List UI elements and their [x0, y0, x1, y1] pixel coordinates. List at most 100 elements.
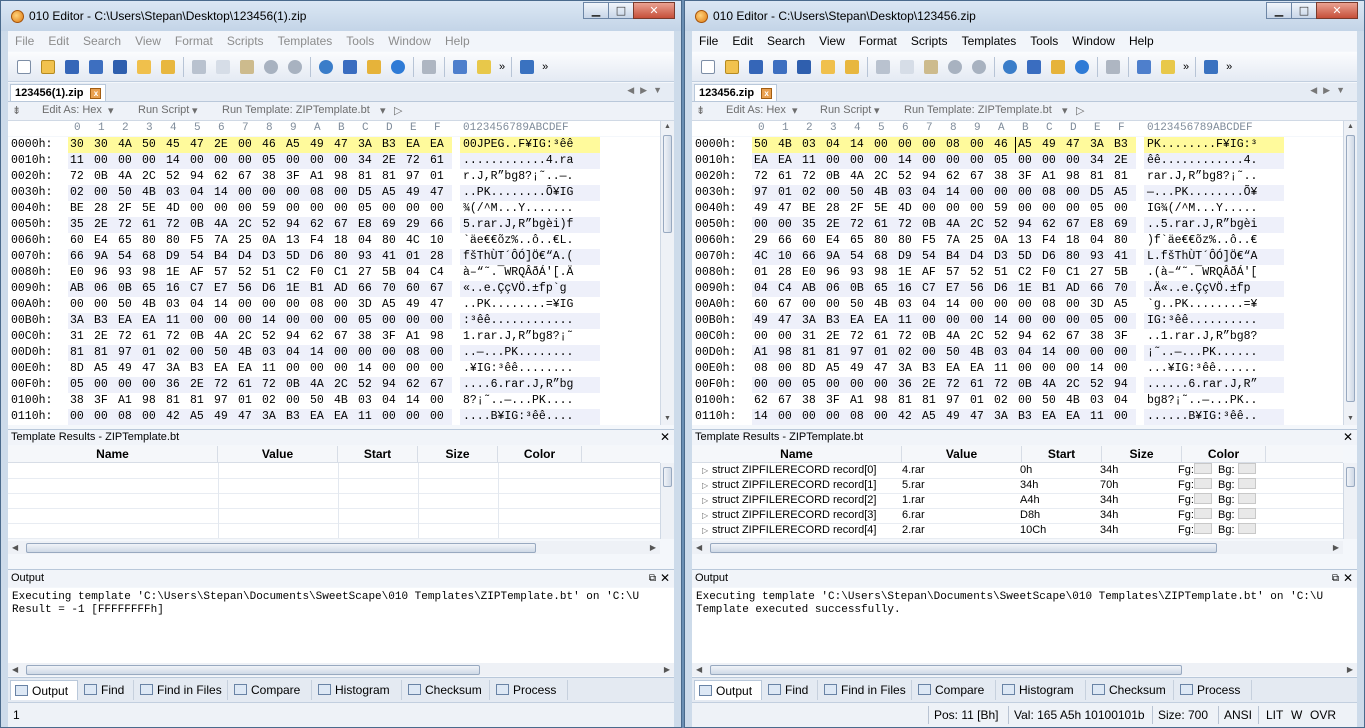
hex-byte[interactable]: 05 — [68, 377, 92, 393]
hex-row[interactable]: 00D0h: 81 81 97 01 02 00 50 4B 03 04 14 00 00 00 08 00..… — [8, 345, 660, 361]
hex-byte[interactable]: 03 — [164, 185, 188, 201]
hex-byte[interactable]: 00 — [776, 361, 800, 377]
copy-button[interactable] — [213, 57, 233, 77]
hex-byte[interactable]: D6 — [308, 249, 332, 265]
hex-byte[interactable]: 2C — [332, 377, 356, 393]
hex-byte[interactable]: 00 — [380, 361, 404, 377]
hex-byte[interactable]: 34 — [356, 153, 380, 169]
hex-byte[interactable]: 46 — [992, 137, 1016, 153]
ascii-text[interactable]: êê............4. — [1144, 153, 1284, 169]
scroll-down-icon[interactable]: ▼ — [661, 413, 674, 425]
hex-byte[interactable]: D4 — [236, 249, 260, 265]
hex-byte[interactable]: 00 — [872, 409, 896, 425]
hex-byte[interactable]: AF — [188, 265, 212, 281]
hex-row[interactable]: 0110h: 00 00 08 00 42 A5 49 47 3A B3 EA EA 11 00 00 00..… — [8, 409, 660, 425]
hex-byte[interactable]: 00 — [284, 313, 308, 329]
hex-byte[interactable]: 00 — [404, 361, 428, 377]
hex-row[interactable]: 0090h: AB 06 0B 65 16 C7 E7 56 D6 1E B1 AD 66 70 60 67 «.… — [8, 281, 660, 297]
hex-byte[interactable]: 00 — [428, 409, 452, 425]
hex-byte[interactable]: 38 — [992, 169, 1016, 185]
hex-byte[interactable]: 7A — [212, 233, 236, 249]
hex-byte[interactable]: 38 — [356, 329, 380, 345]
cut-button[interactable] — [189, 57, 209, 77]
hex-byte[interactable]: 50 — [752, 137, 776, 153]
hex-byte[interactable]: 00 — [1040, 313, 1064, 329]
hex-byte[interactable]: BE — [800, 201, 824, 217]
hex-byte[interactable]: 80 — [1112, 233, 1136, 249]
col-name[interactable]: Name — [8, 446, 218, 462]
hex-byte[interactable]: 97 — [752, 185, 776, 201]
hex-byte[interactable]: 00 — [92, 297, 116, 313]
hex-byte[interactable]: 47 — [776, 313, 800, 329]
hex-byte[interactable]: 50 — [944, 345, 968, 361]
close-tab-icon[interactable]: x — [90, 88, 102, 99]
hex-byte[interactable]: 11 — [992, 361, 1016, 377]
hex-byte[interactable]: 00 — [1112, 409, 1136, 425]
hex-byte[interactable]: 72 — [116, 217, 140, 233]
hex-byte[interactable]: 25 — [968, 233, 992, 249]
collapse-icon[interactable]: ⇟ — [696, 104, 705, 117]
hex-byte[interactable]: 02 — [68, 185, 92, 201]
hex-byte[interactable]: 80 — [896, 233, 920, 249]
scroll-left-icon[interactable]: ◀ — [12, 541, 18, 554]
hex-byte[interactable]: 03 — [164, 297, 188, 313]
hex-byte[interactable]: 00 — [776, 409, 800, 425]
hex-byte[interactable]: 3F — [1112, 329, 1136, 345]
hex-byte[interactable]: 93 — [116, 265, 140, 281]
output-text[interactable]: Executing template 'C:\Users\Stepan\Docu… — [8, 588, 674, 663]
scroll-thumb[interactable] — [710, 543, 1217, 553]
hex-byte[interactable]: 97 — [116, 345, 140, 361]
save-as-button[interactable] — [770, 57, 790, 77]
tab-find[interactable]: Find — [80, 680, 134, 700]
hex-byte[interactable]: EA — [1040, 409, 1064, 425]
hex-byte[interactable]: 31 — [68, 329, 92, 345]
hex-vertical-scrollbar[interactable]: ▲ ▼ — [660, 121, 674, 425]
hex-byte[interactable]: 11 — [356, 409, 380, 425]
scroll-thumb[interactable] — [26, 665, 480, 675]
hex-byte[interactable]: B1 — [1040, 281, 1064, 297]
hex-byte[interactable]: 00 — [140, 153, 164, 169]
scroll-up-icon[interactable]: ▲ — [661, 121, 674, 133]
hex-byte[interactable]: E8 — [356, 217, 380, 233]
hex-byte[interactable]: 00 — [236, 313, 260, 329]
hex-byte[interactable]: 0B — [188, 329, 212, 345]
ascii-text[interactable]: 00JPEG..F¥IG:³êê — [460, 137, 600, 153]
close-button[interactable]: ✕ — [1316, 2, 1358, 19]
hex-byte[interactable]: 00 — [332, 345, 356, 361]
hex-byte[interactable]: 00 — [896, 137, 920, 153]
hex-byte[interactable]: B3 — [1016, 409, 1040, 425]
hex-byte[interactable]: 49 — [752, 313, 776, 329]
hex-byte[interactable]: 68 — [140, 249, 164, 265]
hex-byte[interactable]: EA — [1064, 409, 1088, 425]
hex-byte[interactable]: 00 — [140, 377, 164, 393]
hex-byte[interactable]: 38 — [1088, 329, 1112, 345]
hex-byte[interactable]: 14 — [404, 393, 428, 409]
hex-row[interactable]: 00E0h: 08 00 8D A5 49 47 3A B3 EA EA 11 00 00 00 14 00..… — [692, 361, 1343, 377]
hex-byte[interactable]: 81 — [920, 393, 944, 409]
hex-byte[interactable]: 98 — [428, 329, 452, 345]
hex-byte[interactable]: 27 — [356, 265, 380, 281]
hex-byte[interactable]: 03 — [260, 345, 284, 361]
ascii-text[interactable]: ......B¥IG:³êê.. — [1144, 409, 1284, 425]
scroll-thumb[interactable] — [1346, 135, 1355, 402]
hex-byte[interactable]: A1 — [308, 169, 332, 185]
hex-byte[interactable]: 94 — [284, 217, 308, 233]
hex-byte[interactable]: 97 — [404, 169, 428, 185]
open-file-button[interactable] — [38, 57, 58, 77]
hex-byte[interactable]: 50 — [308, 393, 332, 409]
hex-byte[interactable]: AD — [1064, 281, 1088, 297]
undo-button[interactable] — [945, 57, 965, 77]
hex-byte[interactable]: 46 — [260, 137, 284, 153]
hex-byte[interactable]: 4C — [752, 249, 776, 265]
tab-find-in-files[interactable]: Find in Files — [820, 680, 912, 700]
hex-byte[interactable]: 61 — [776, 169, 800, 185]
hex-byte[interactable]: 8D — [68, 361, 92, 377]
hex-byte[interactable]: 2E — [212, 137, 236, 153]
hex-byte[interactable]: 11 — [800, 153, 824, 169]
hex-byte[interactable]: 66 — [1088, 281, 1112, 297]
hex-byte[interactable]: 62 — [1040, 329, 1064, 345]
menu-view[interactable]: View — [128, 34, 168, 48]
hex-byte[interactable]: 98 — [776, 345, 800, 361]
hex-byte[interactable]: 94 — [1112, 377, 1136, 393]
ascii-text[interactable]: 5.rar.J,R”bgèi)f — [460, 217, 600, 233]
